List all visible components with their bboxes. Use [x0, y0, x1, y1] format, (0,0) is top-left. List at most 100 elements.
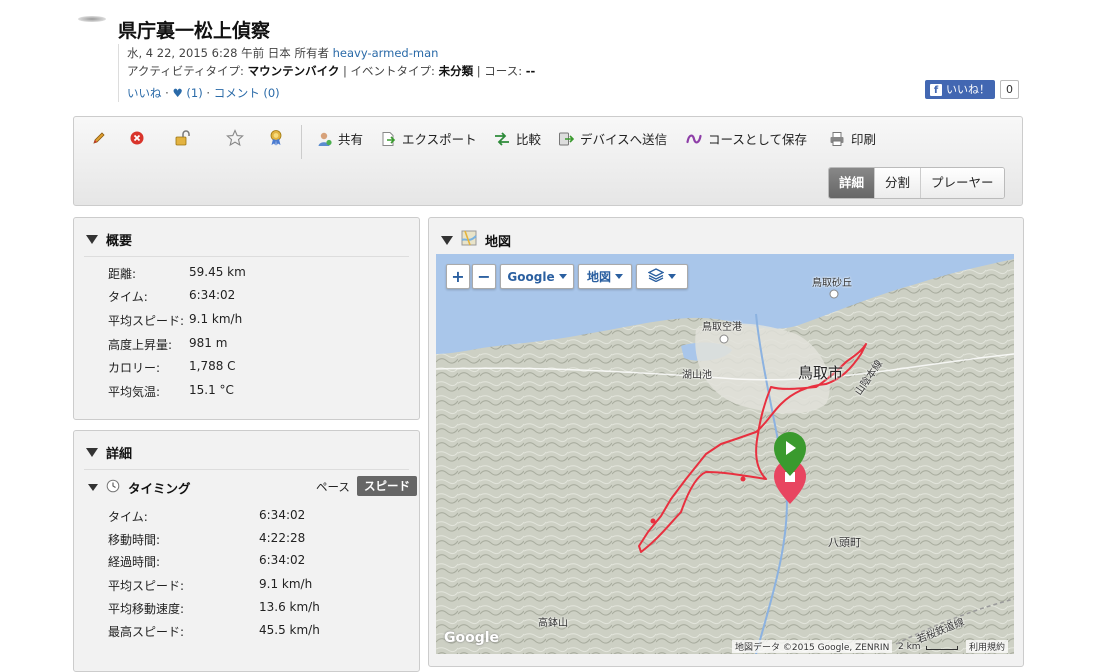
export-label: エクスポート: [402, 132, 477, 147]
summary-value: 981 m: [189, 336, 228, 350]
event-label: | イベントタイプ:: [343, 64, 435, 78]
pace-toggle[interactable]: ペース: [316, 479, 350, 495]
chevron-down-icon: [615, 274, 623, 279]
route-map[interactable]: + − Google 地図 鳥取砂丘 鳥取空港 湖山池 鳥取市 山陰本線 八頭町…: [436, 254, 1014, 654]
view-switcher: 詳細 分割 プレーヤー: [828, 167, 1005, 199]
summary-label: 平均スピード:: [108, 314, 185, 328]
airport-icon: [719, 334, 729, 344]
details-label: 移動時間:: [108, 533, 161, 547]
course-value: --: [525, 64, 536, 78]
facebook-like-label: いいね！: [946, 83, 990, 96]
summary-header[interactable]: 概要: [86, 230, 132, 249]
details-value: 6:34:02: [259, 508, 306, 522]
print-label: 印刷: [851, 132, 877, 147]
map-canvas: [436, 254, 1014, 654]
print-icon: [829, 131, 845, 147]
view-details-tab[interactable]: 詳細: [829, 168, 876, 198]
details-label: 平均移動速度:: [108, 602, 185, 616]
export-button[interactable]: エクスポート: [380, 129, 477, 148]
view-player-tab[interactable]: プレーヤー: [921, 168, 1004, 198]
map-label-sakyu: 鳥取砂丘: [812, 278, 852, 289]
summary-value: 59.45 km: [189, 265, 246, 279]
summary-label: 高度上昇量:: [108, 338, 173, 352]
details-heading: 詳細: [106, 447, 133, 462]
summary-label: タイム:: [108, 290, 148, 304]
map-header[interactable]: 地図: [441, 230, 511, 250]
pencil-icon[interactable]: [90, 129, 108, 147]
course-label: | コース:: [476, 64, 523, 78]
summary-label: 距離:: [108, 267, 137, 281]
collapse-triangle-icon: [88, 484, 98, 491]
share-icon: [316, 131, 332, 147]
view-split-tab[interactable]: 分割: [875, 168, 922, 198]
layers-select[interactable]: [636, 264, 688, 289]
details-value: 4:22:28: [259, 531, 306, 545]
collapse-triangle-icon: [86, 448, 98, 457]
type-value[interactable]: マウンテンバイク: [248, 64, 340, 78]
map-terms-link[interactable]: 利用規約: [966, 640, 1009, 653]
map-icon: [461, 230, 477, 250]
details-panel: 詳細 タイミング ペース スピード タイム: 6:34:02 移動時間: 4:2…: [73, 430, 420, 672]
collapse-triangle-icon: [86, 235, 98, 244]
map-label-lake: 湖山池: [682, 370, 712, 381]
compare-button[interactable]: 比較: [494, 129, 541, 148]
facebook-like-count: 0: [1000, 80, 1019, 99]
map-scale: 2 km: [898, 642, 921, 652]
map-attribution[interactable]: 地図データ ©2015 Google, ZENRIN: [732, 640, 893, 653]
summary-panel: 概要 距離: 59.45 km タイム: 6:34:02 平均スピード: 9.1…: [73, 217, 420, 420]
chevron-down-icon: [558, 274, 567, 279]
summary-label: 平均気温:: [108, 385, 161, 399]
timing-heading: タイミング: [128, 481, 191, 496]
collapse-triangle-icon: [441, 235, 453, 245]
activity-meta: 水, 4 22, 2015 6:28 午前 日本 所有者 heavy-armed…: [118, 44, 535, 102]
send-to-device-button[interactable]: デバイスへ送信: [558, 129, 667, 148]
google-logo: Google: [444, 630, 500, 646]
summary-label: カロリー:: [108, 361, 161, 375]
chevron-down-icon: [668, 274, 676, 279]
facebook-like: f いいね！ 0: [925, 80, 1019, 99]
event-value[interactable]: 未分類: [439, 64, 474, 78]
details-value: 45.5 km/h: [259, 623, 320, 637]
print-button[interactable]: 印刷: [829, 129, 876, 148]
map-label-mountain: 高鉢山: [538, 618, 568, 629]
map-provider-select[interactable]: Google: [500, 264, 574, 289]
like-link[interactable]: いいね: [127, 86, 162, 100]
map-type-select[interactable]: 地図: [578, 264, 632, 289]
summary-value: 15.1 °C: [189, 383, 234, 397]
owner-link[interactable]: heavy-armed-man: [333, 46, 439, 60]
delete-icon[interactable]: [128, 129, 146, 147]
map-provider-value: Google: [507, 269, 555, 284]
hearts-link[interactable]: ♥ (1): [172, 86, 202, 100]
details-label: タイム:: [108, 510, 148, 524]
details-label: 最高スピード:: [108, 625, 185, 639]
course-icon: [686, 131, 702, 147]
facebook-icon: f: [930, 83, 942, 96]
summary-value: 9.1 km/h: [189, 312, 243, 326]
details-header[interactable]: 詳細: [86, 443, 132, 462]
star-icon[interactable]: [226, 129, 244, 147]
date-line: 水, 4 22, 2015 6:28 午前 日本 所有者: [127, 46, 329, 60]
comment-link[interactable]: コメント (0): [214, 86, 280, 100]
activity-toolbar: 共有 エクスポート 比較 デバイスへ送信 コースとして保存 印刷 詳細 分割 プ…: [73, 116, 1023, 206]
zoom-in-button[interactable]: +: [446, 264, 470, 289]
poi-icon: [829, 289, 839, 299]
facebook-like-button[interactable]: f いいね！: [925, 80, 995, 99]
save-as-course-button[interactable]: コースとして保存: [686, 129, 807, 148]
details-label: 経過時間:: [108, 555, 161, 569]
speed-toggle[interactable]: スピード: [357, 476, 417, 496]
map-label-airport: 鳥取空港: [702, 322, 742, 333]
activity-title[interactable]: 県庁裏一松上偵察: [118, 16, 270, 43]
compare-icon: [494, 131, 510, 147]
route-waypoint: [740, 476, 746, 482]
map-type-value: 地図: [586, 270, 611, 284]
timing-header[interactable]: タイミング: [88, 478, 191, 497]
zoom-out-button[interactable]: −: [472, 264, 496, 289]
divider: [84, 256, 409, 257]
lock-icon[interactable]: [174, 129, 192, 147]
share-button[interactable]: 共有: [316, 129, 363, 148]
ribbon-icon[interactable]: [267, 129, 285, 147]
toolbar-divider: [301, 125, 302, 159]
export-icon: [380, 131, 396, 147]
details-value: 13.6 km/h: [259, 600, 320, 614]
clock-icon: [106, 479, 120, 496]
